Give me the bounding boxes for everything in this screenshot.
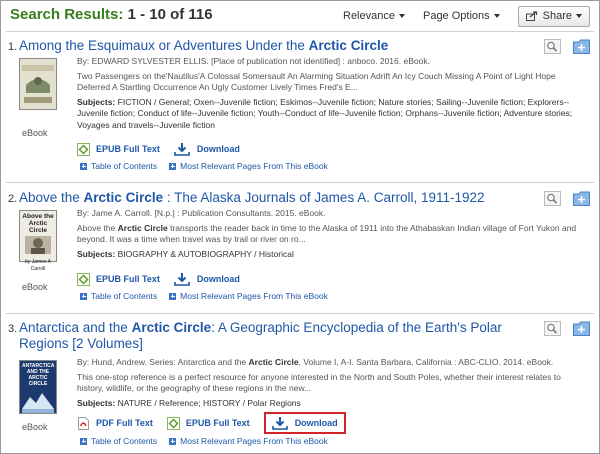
expand-icon	[169, 437, 177, 445]
relevance-dropdown[interactable]: Relevance	[343, 10, 405, 22]
epub-icon	[166, 416, 180, 430]
epub-icon	[77, 142, 90, 156]
result-body: By: EDWARD SYLVESTER ELLIS. [Place of pu…	[77, 56, 587, 134]
book-cover[interactable]: Above the Arctic Circle by James A Carro…	[19, 210, 57, 272]
description: Two Passengers on the'Nautilus'A Colossa…	[77, 70, 556, 93]
result-tools	[532, 191, 590, 206]
epub-full-text-link[interactable]: EPUB Full Text	[166, 416, 250, 430]
book-cover[interactable]	[19, 58, 57, 110]
result-sub-links: Table of Contents Most Relevant Pages Fr…	[80, 436, 340, 446]
results-header: Search Results: 1 - 10 of 116 Relevance …	[10, 5, 590, 27]
byline: By: EDWARD SYLVESTER ELLIS. [Place of pu…	[77, 56, 430, 66]
add-to-folder-icon[interactable]	[573, 191, 590, 206]
book-cover-illustration	[25, 236, 51, 254]
result-item: 1. Among the Esquimaux or Adventures Und…	[8, 38, 592, 178]
description: This one-stop reference is a perfect res…	[77, 371, 561, 394]
result-tools	[532, 321, 590, 336]
result-body: By: Hund, Andrew. Series: Antarctica and…	[77, 357, 587, 412]
result-title-link[interactable]: Above the Arctic Circle : The Alaska Jou…	[19, 190, 579, 206]
result-links: EPUB Full Text Download	[77, 272, 254, 286]
epub-full-text-link[interactable]: EPUB Full Text	[77, 272, 160, 286]
download-icon	[174, 273, 190, 286]
pdf-icon	[78, 416, 89, 430]
book-cover-illustration	[22, 65, 54, 103]
table-of-contents-link[interactable]: Table of Contents	[80, 161, 157, 171]
page-options-dropdown[interactable]: Page Options	[423, 10, 500, 22]
book-cover[interactable]: ANTARCTICA AND THE ARCTIC CIRCLE	[19, 360, 57, 414]
preview-magnifier-icon[interactable]	[544, 321, 561, 336]
result-sub-links: Table of Contents Most Relevant Pages Fr…	[80, 291, 340, 301]
byline: By: Jame A. Carroll. [N.p.] : Publicatio…	[77, 208, 326, 218]
table-of-contents-link[interactable]: Table of Contents	[80, 436, 157, 446]
share-button[interactable]: Share	[517, 5, 590, 27]
byline: By: Hund, Andrew. Series: Antarctica and…	[77, 357, 554, 367]
add-to-folder-icon[interactable]	[573, 39, 590, 54]
download-link-highlighted[interactable]: Download	[263, 412, 346, 434]
share-icon	[525, 11, 537, 21]
result-title-link[interactable]: Among the Esquimaux or Adventures Under …	[19, 38, 579, 54]
result-item: 2. Above the Arctic Circle : The Alaska …	[8, 190, 592, 310]
epub-icon	[77, 272, 90, 286]
divider	[6, 313, 594, 314]
add-to-folder-icon[interactable]	[573, 321, 590, 336]
header-actions: Relevance Page Options Share	[343, 5, 590, 27]
divider	[6, 182, 594, 183]
most-relevant-pages-link[interactable]: Most Relevant Pages From This eBook	[169, 436, 328, 446]
subjects: Subjects: NATURE / Reference; HISTORY / …	[77, 397, 301, 408]
description: Above the Arctic Circle transports the r…	[77, 222, 577, 245]
chevron-down-icon	[493, 14, 500, 18]
chevron-down-icon	[398, 14, 405, 18]
divider	[6, 31, 594, 32]
chevron-down-icon	[576, 14, 582, 18]
result-title-link[interactable]: Antarctica and the Arctic Circle: A Geog…	[19, 320, 539, 352]
expand-icon	[169, 162, 177, 170]
most-relevant-pages-link[interactable]: Most Relevant Pages From This eBook	[169, 291, 328, 301]
result-links: EPUB Full Text Download	[77, 142, 254, 156]
result-count: 1 - 10 of 116	[127, 6, 213, 23]
preview-magnifier-icon[interactable]	[544, 191, 561, 206]
result-item: 3. Antarctica and the Arctic Circle: A G…	[8, 320, 592, 450]
download-link[interactable]: Download	[174, 272, 240, 286]
page-title: Search Results: 1 - 10 of 116	[10, 6, 213, 23]
expand-icon	[169, 292, 177, 300]
book-cover-illustration	[22, 393, 54, 413]
preview-magnifier-icon[interactable]	[544, 39, 561, 54]
subjects: Subjects: FICTION / General; Oxen--Juven…	[77, 96, 573, 130]
subjects: Subjects: BIOGRAPHY & AUTOBIOGRAPHY / Hi…	[77, 248, 294, 259]
result-links: PDF Full Text EPUB Full Text Download	[77, 412, 360, 434]
download-icon	[271, 417, 288, 430]
result-tools	[532, 39, 590, 54]
result-body: By: Jame A. Carroll. [N.p.] : Publicatio…	[77, 208, 587, 263]
expand-icon	[80, 292, 87, 300]
most-relevant-pages-link[interactable]: Most Relevant Pages From This eBook	[169, 161, 328, 171]
download-icon	[174, 143, 190, 156]
result-sub-links: Table of Contents Most Relevant Pages Fr…	[80, 161, 340, 171]
download-link[interactable]: Download	[174, 142, 240, 156]
expand-icon	[80, 162, 87, 170]
expand-icon	[80, 437, 87, 445]
epub-full-text-link[interactable]: EPUB Full Text	[77, 142, 160, 156]
pdf-full-text-link[interactable]: PDF Full Text	[77, 416, 153, 430]
table-of-contents-link[interactable]: Table of Contents	[80, 291, 157, 301]
